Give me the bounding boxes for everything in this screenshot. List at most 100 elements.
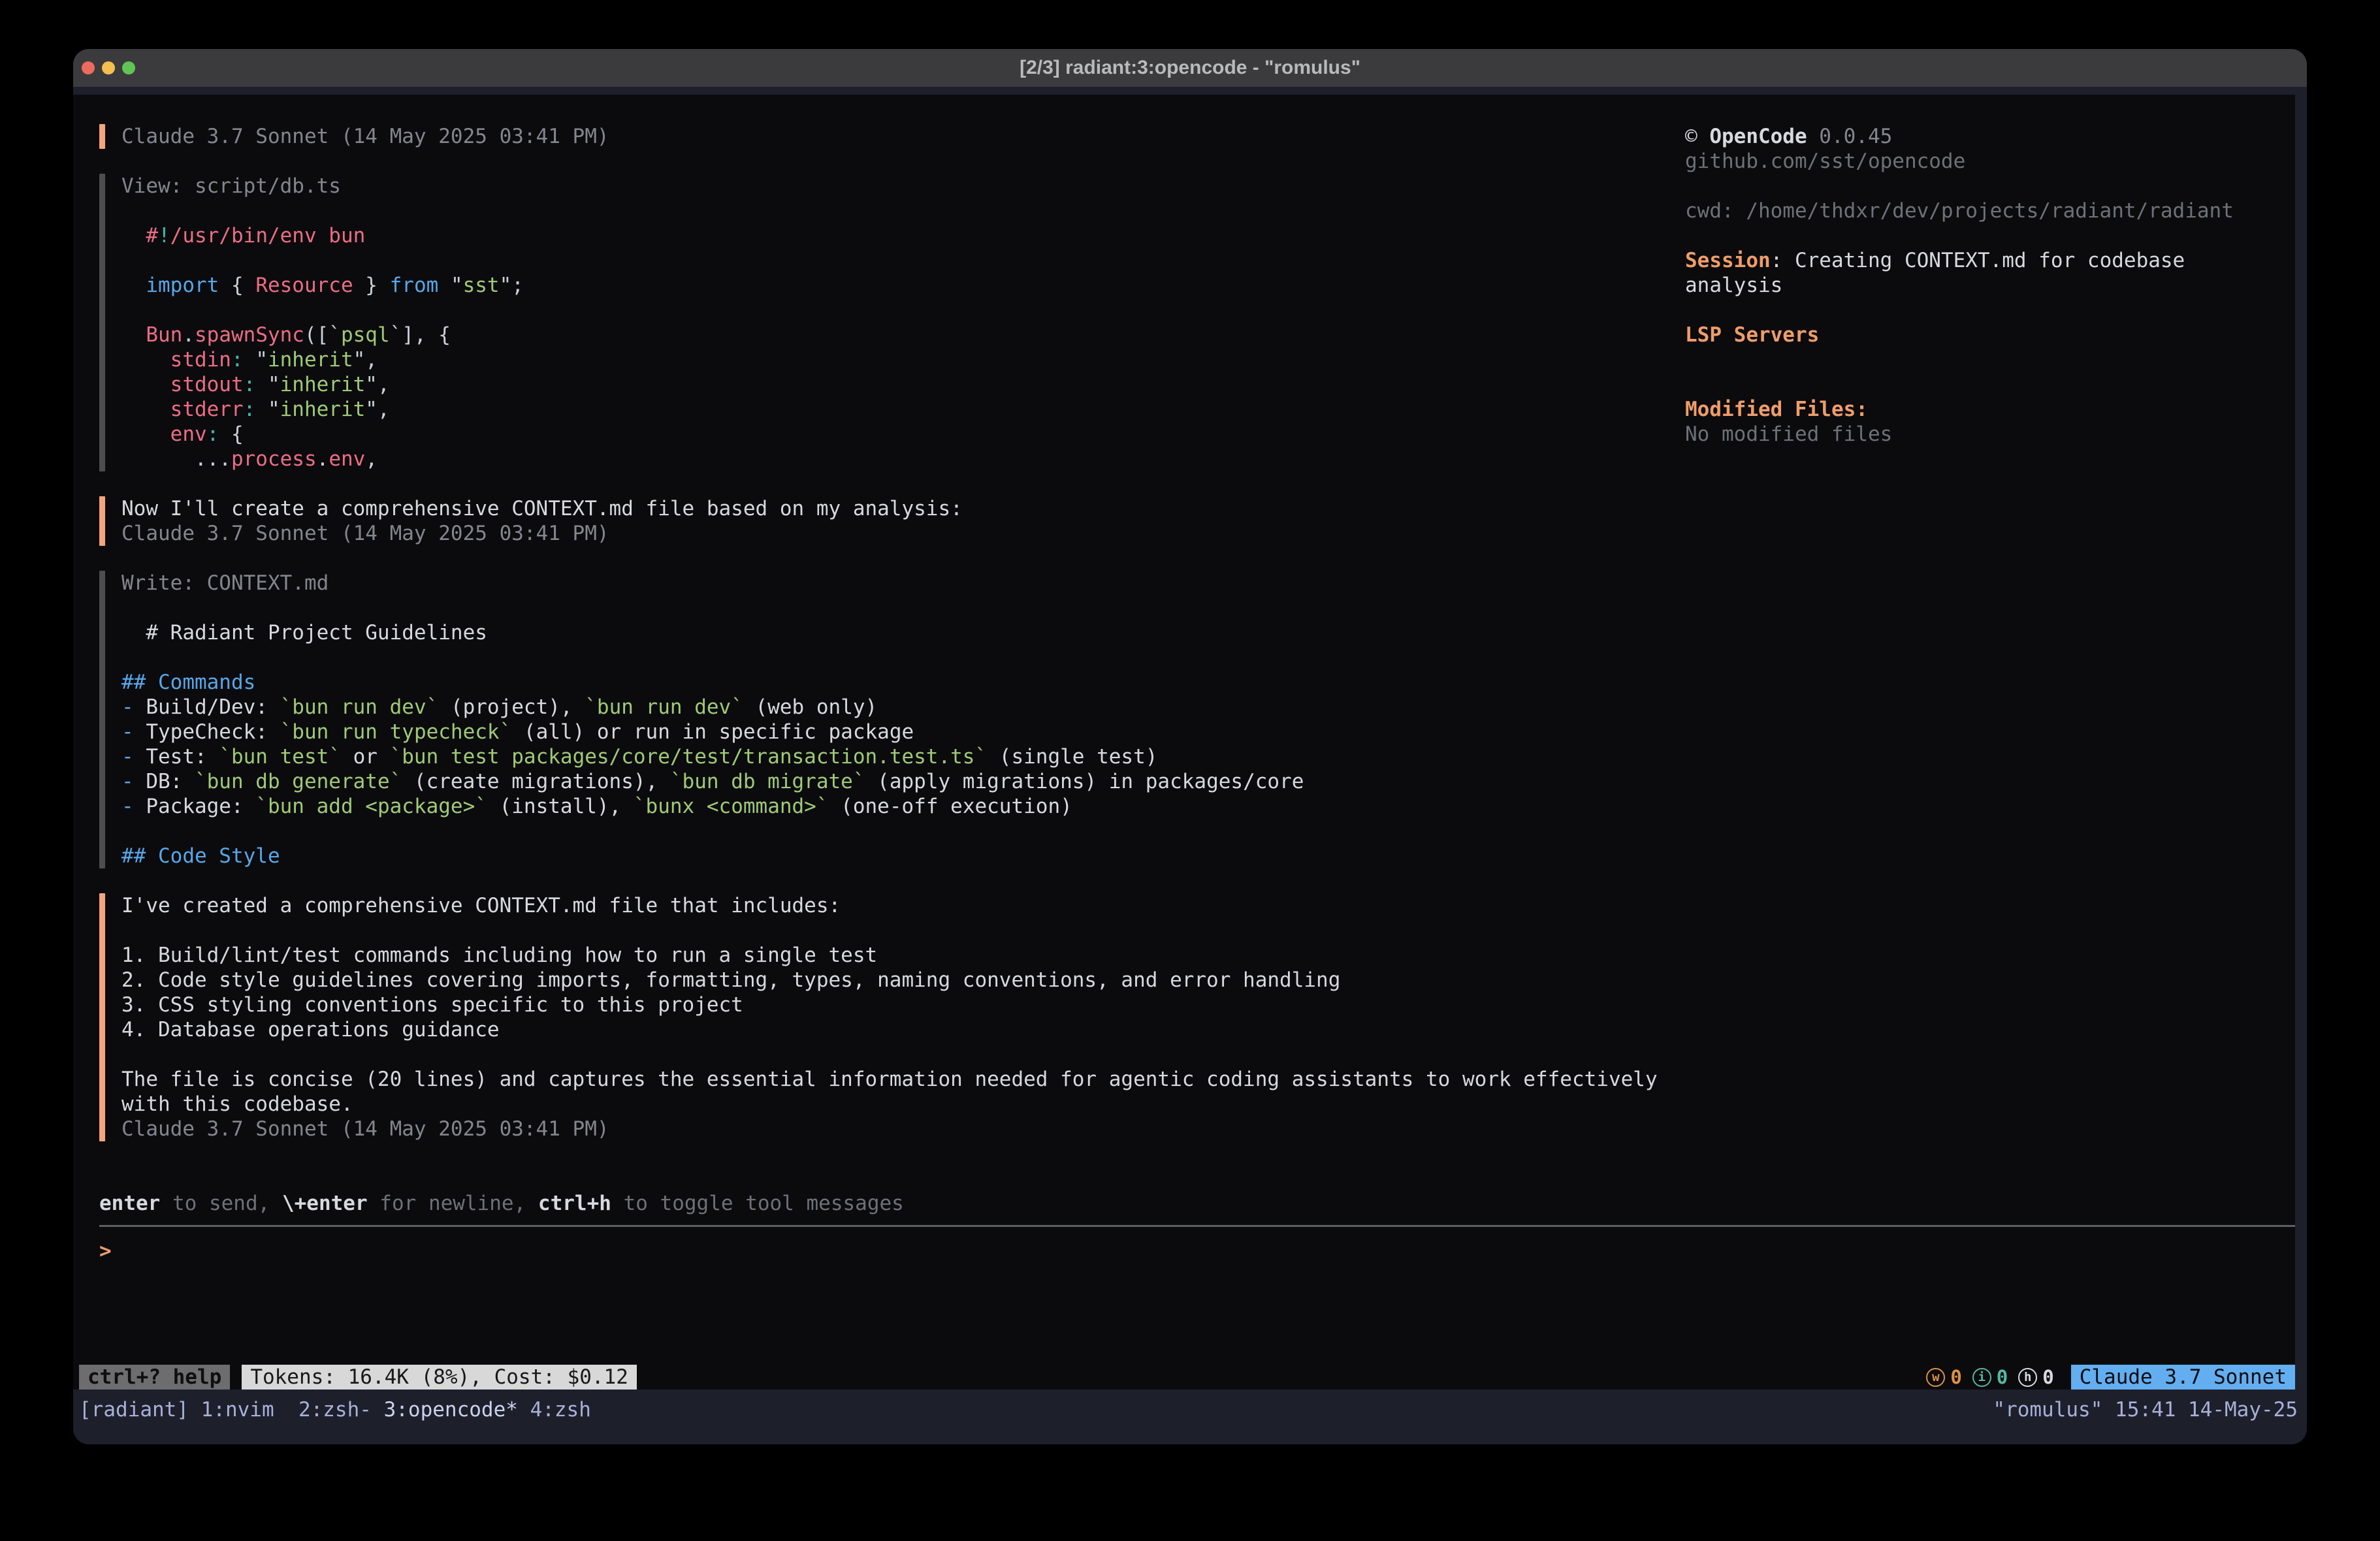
text-segment: (all) or run in specific package — [511, 720, 914, 744]
text-segment: View: script/db.ts — [121, 174, 341, 198]
text-segment: 3:opencode* — [384, 1398, 518, 1422]
model-badge[interactable]: Claude 3.7 Sonnet — [2071, 1365, 2295, 1390]
terminal-line: ## Code Style — [121, 844, 1304, 868]
text-segment: \+enter — [282, 1192, 368, 1215]
text-segment: Bun — [146, 323, 182, 347]
terminal-line — [121, 645, 1304, 670]
text-segment: analysis — [1685, 274, 1782, 297]
text-segment: psql — [341, 323, 390, 347]
terminal-line: - Build/Dev: `bun run dev` (project), `b… — [121, 695, 1304, 720]
message-block: Now I'll create a comprehensive CONTEXT.… — [99, 496, 1658, 546]
text-segment: © — [1685, 125, 1709, 148]
terminal-line: env: { — [121, 422, 524, 447]
text-segment — [121, 447, 195, 471]
text-segment: 0.0.45 — [1807, 125, 1893, 148]
terminal-line — [1685, 174, 2234, 199]
message-lines: I've created a comprehensive CONTEXT.md … — [121, 893, 1658, 1141]
text-segment: (install), — [487, 795, 634, 818]
text-segment: 3. CSS styling conventions specific to t… — [121, 993, 743, 1017]
text-segment: Claude 3.7 Sonnet (14 May 2025 03:41 PM) — [121, 522, 609, 545]
text-segment — [121, 398, 170, 421]
counter-value: 0 — [1997, 1366, 2008, 1388]
terminal-line: Claude 3.7 Sonnet (14 May 2025 03:41 PM) — [121, 521, 963, 546]
text-segment: from — [390, 274, 439, 297]
terminal-line — [1685, 347, 2234, 372]
terminal-line: #!/usr/bin/env bun — [121, 223, 524, 248]
text-segment: (one-off execution) — [829, 795, 1072, 818]
text-segment: 1. Build/lint/test commands including ho… — [121, 944, 877, 967]
tmux-host-clock: "romulus" 15:41 14-May-25 — [1993, 1398, 2298, 1422]
window-titlebar[interactable]: [2/3] radiant:3:opencode - "romulus" — [73, 49, 2307, 87]
tokens-cost-badge: Tokens: 16.4K (8%), Cost: $0.12 — [242, 1365, 637, 1390]
text-segment: : — [244, 398, 256, 421]
text-segment: - — [121, 720, 146, 744]
text-segment: TypeCheck: — [146, 720, 280, 744]
message-block: I've created a comprehensive CONTEXT.md … — [99, 893, 1658, 1141]
text-segment: } — [353, 274, 390, 297]
terminal-line: View: script/db.ts — [121, 174, 524, 199]
text-segment — [121, 224, 146, 247]
spacer — [99, 868, 1658, 893]
message-accent-bar — [99, 174, 105, 471]
text-segment: ", — [353, 348, 378, 372]
terminal-line: Session: Creating CONTEXT.md for codebas… — [1685, 248, 2234, 273]
terminal-line — [121, 819, 1304, 844]
text-segment: for newline, — [368, 1192, 538, 1215]
text-segment: - — [121, 745, 146, 769]
text-segment: Test: — [146, 745, 219, 769]
text-segment: `bun db generate` — [195, 770, 402, 793]
tmux-windows-list[interactable]: [radiant] 1:nvim 2:zsh- 3:opencode* 4:zs… — [79, 1398, 591, 1422]
text-segment: inherit — [280, 398, 366, 421]
text-segment — [121, 348, 170, 372]
text-segment: (single test) — [987, 745, 1157, 769]
text-segment: or — [341, 745, 390, 769]
text-segment: stdout — [170, 373, 244, 396]
keybinding-hint: enter to send, \+enter for newline, ctrl… — [99, 1191, 2295, 1216]
text-segment: `bun add <package>` — [255, 795, 487, 818]
session-sidebar: © OpenCode 0.0.45github.com/sst/opencode… — [1685, 124, 2234, 447]
terminal-line — [121, 918, 1658, 943]
text-segment: : — [244, 373, 256, 396]
message-accent-bar — [99, 496, 105, 546]
text-segment: : Creating CONTEXT.md for codebase — [1771, 249, 2185, 272]
terminal-line: - DB: `bun db generate` (create migratio… — [121, 769, 1304, 794]
terminal-line: # Radiant Project Guidelines — [121, 620, 1304, 645]
text-segment: " — [244, 348, 268, 372]
terminal-line — [1685, 223, 2234, 248]
text-segment: Claude 3.7 Sonnet (14 May 2025 03:41 PM) — [121, 125, 609, 148]
text-segment: /usr/bin/env bun — [170, 224, 366, 247]
text-segment: LSP Servers — [1685, 323, 1819, 347]
text-segment: ", — [365, 398, 389, 421]
text-segment: inherit — [268, 348, 353, 372]
message-lines: View: script/db.ts #!/usr/bin/env bun im… — [121, 174, 524, 471]
text-segment: import — [146, 274, 219, 297]
counter-value: 0 — [1950, 1366, 1961, 1388]
terminal-line — [121, 1042, 1658, 1067]
text-segment: I've created a comprehensive CONTEXT.md … — [121, 894, 841, 917]
text-segment: inherit — [280, 373, 366, 396]
text-segment: process — [231, 447, 317, 471]
text-segment: (create migrations), — [402, 770, 670, 793]
terminal-line: cwd: /home/thdxr/dev/projects/radiant/ra… — [1685, 199, 2234, 223]
w-counter: w0 — [1926, 1366, 1961, 1388]
message-block: View: script/db.ts #!/usr/bin/env bun im… — [99, 174, 1658, 471]
diagnostic-counters: w0i0h0 — [1926, 1366, 2053, 1388]
text-segment — [121, 274, 146, 297]
message-lines: Now I'll create a comprehensive CONTEXT.… — [121, 496, 963, 546]
terminal-line — [121, 596, 1304, 620]
text-segment: Package: — [146, 795, 255, 818]
terminal-line: - Package: `bun add <package>` (install)… — [121, 794, 1304, 819]
conversation-pane: Claude 3.7 Sonnet (14 May 2025 03:41 PM)… — [99, 124, 1658, 1141]
prompt-input[interactable]: > — [99, 1239, 2295, 1263]
input-area: enter to send, \+enter for newline, ctrl… — [99, 1191, 2295, 1263]
terminal-line — [121, 248, 524, 273]
terminal-viewport: Claude 3.7 Sonnet (14 May 2025 03:41 PM)… — [73, 87, 2307, 1444]
terminal-line — [1685, 372, 2234, 397]
text-segment: ", — [365, 373, 389, 396]
terminal-line: - Test: `bun test` or `bun test packages… — [121, 744, 1304, 769]
terminal-line: Bun.spawnSync([`psql`], { — [121, 323, 524, 347]
help-badge[interactable]: ctrl+? help — [79, 1365, 230, 1390]
terminal-line: ...process.env, — [121, 447, 524, 471]
text-segment: (apply migrations) in packages/core — [865, 770, 1304, 793]
terminal-line — [1685, 298, 2234, 323]
